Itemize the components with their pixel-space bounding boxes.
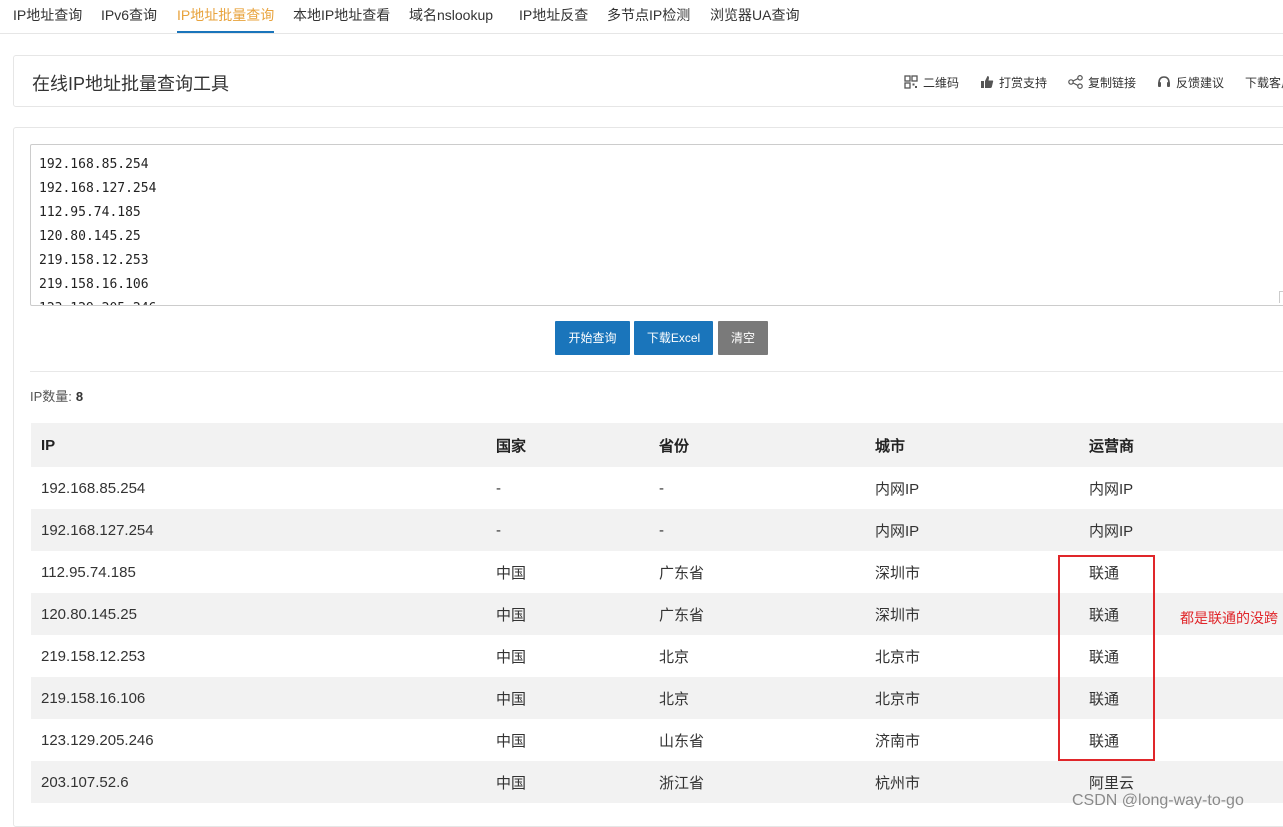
ip-input-line: 192.168.85.254: [39, 157, 149, 172]
annotation-note: 都是联通的没跨: [1180, 610, 1278, 626]
cell-province: 浙江省: [649, 761, 865, 803]
cell-city: 内网IP: [865, 509, 1079, 551]
qr-code-button[interactable]: 二维码: [904, 73, 959, 91]
cell-city: 济南市: [865, 719, 1079, 761]
cell-country: 中国: [486, 761, 649, 803]
cell-city: 杭州市: [865, 761, 1079, 803]
cell-ip: 219.158.16.106: [31, 677, 486, 719]
cell-ip: 203.107.52.6: [31, 761, 486, 803]
cell-country: 中国: [486, 551, 649, 593]
cell-province: 广东省: [649, 551, 865, 593]
tab-ipv6-query[interactable]: IPv6查询: [101, 0, 157, 33]
tab-ua-query[interactable]: 浏览器UA查询: [710, 0, 799, 33]
tab-ip-batch-query[interactable]: IP地址批量查询: [177, 0, 275, 33]
cell-city: 深圳市: [865, 551, 1079, 593]
title-panel: 在线IP地址批量查询工具 二维码 打赏支持 复制链接 反馈建议 下载客: [13, 55, 1283, 107]
thumbs-up-icon: [981, 76, 994, 88]
tab-local-ip[interactable]: 本地IP地址查看: [293, 0, 390, 33]
cell-isp: 内网IP: [1079, 467, 1283, 509]
tip-button[interactable]: 打赏支持: [980, 73, 1047, 91]
ip-list-textarea[interactable]: 192.168.85.254 192.168.127.254 112.95.74…: [30, 144, 1283, 306]
annotation-highlight-box: [1058, 555, 1155, 761]
tab-ip-query[interactable]: IP地址查询: [13, 0, 82, 33]
cell-province: -: [649, 509, 865, 551]
ip-count-label: IP数量:: [30, 389, 72, 404]
copy-link-label: 复制链接: [1088, 75, 1137, 90]
qr-code-icon: [904, 75, 918, 89]
cell-province: -: [649, 467, 865, 509]
ip-input-line: 219.158.16.106: [39, 277, 149, 292]
tab-multi-node[interactable]: 多节点IP检测: [607, 0, 690, 33]
qr-code-label: 二维码: [923, 75, 960, 90]
header-province: 省份: [649, 423, 865, 467]
cell-country: 中国: [486, 719, 649, 761]
feedback-label: 反馈建议: [1176, 75, 1225, 90]
cell-country: -: [486, 467, 649, 509]
cell-province: 广东省: [649, 593, 865, 635]
cell-country: 中国: [486, 593, 649, 635]
ip-count-value: 8: [75, 389, 84, 404]
header-isp: 运营商: [1079, 423, 1283, 467]
page-title: 在线IP地址批量查询工具: [32, 74, 230, 94]
textarea-resize-handle[interactable]: [1279, 291, 1283, 303]
download-excel-button[interactable]: 下载Excel: [634, 321, 713, 355]
cell-ip: 120.80.145.25: [31, 593, 486, 635]
cell-province: 山东省: [649, 719, 865, 761]
cell-country: -: [486, 509, 649, 551]
headset-icon: [1158, 76, 1170, 87]
divider: [30, 371, 1283, 372]
cell-city: 深圳市: [865, 593, 1079, 635]
cell-isp: 内网IP: [1079, 509, 1283, 551]
csdn-watermark: CSDN @long-way-to-go: [1072, 792, 1244, 809]
tab-ip-reverse[interactable]: IP地址反查: [519, 0, 588, 33]
table-row: 192.168.127.254 - - 内网IP 内网IP: [31, 509, 1283, 551]
ip-input-line: 112.95.74.185: [39, 205, 141, 220]
clear-button[interactable]: 清空: [718, 321, 768, 355]
cell-city: 内网IP: [865, 467, 1079, 509]
cell-city: 北京市: [865, 635, 1079, 677]
cell-province: 北京: [649, 635, 865, 677]
download-client-label: 下载客户端: [1245, 75, 1283, 90]
cell-ip: 219.158.12.253: [31, 635, 486, 677]
ip-input-line: 120.80.145.25: [39, 229, 141, 244]
header-city: 城市: [865, 423, 1079, 467]
ip-input-line: 192.168.127.254: [39, 181, 157, 196]
download-client-link[interactable]: 下载客户端: [1245, 73, 1283, 91]
start-query-button[interactable]: 开始查询: [555, 321, 630, 355]
ip-input-line: 219.158.12.253: [39, 253, 149, 268]
cell-province: 北京: [649, 677, 865, 719]
cell-ip: 192.168.85.254: [31, 467, 486, 509]
cell-ip: 192.168.127.254: [31, 509, 486, 551]
cell-ip: 123.129.205.246: [31, 719, 486, 761]
header-country: 国家: [486, 423, 649, 467]
cell-ip: 112.95.74.185: [31, 551, 486, 593]
tab-nslookup[interactable]: 域名nslookup: [409, 0, 493, 33]
copy-link-button[interactable]: 复制链接: [1068, 73, 1136, 91]
ip-count: IP数量: 8: [30, 386, 83, 405]
cell-city: 北京市: [865, 677, 1079, 719]
table-header-row: IP 国家 省份 城市 运营商: [31, 423, 1283, 467]
top-nav: IP地址查询 IPv6查询 IP地址批量查询 本地IP地址查看 域名nslook…: [0, 0, 1283, 34]
tip-label: 打赏支持: [999, 75, 1048, 90]
feedback-button[interactable]: 反馈建议: [1157, 73, 1224, 91]
cell-country: 中国: [486, 677, 649, 719]
share-icon: [1068, 75, 1083, 89]
table-row: 192.168.85.254 - - 内网IP 内网IP: [31, 467, 1283, 509]
ip-input-line: 123.129.205.246: [39, 297, 1281, 305]
header-ip: IP: [31, 423, 486, 467]
cell-country: 中国: [486, 635, 649, 677]
